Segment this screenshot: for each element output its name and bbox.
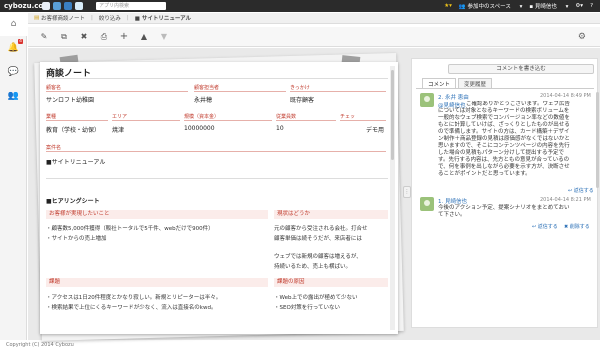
budget-value: 10000000 — [184, 125, 215, 132]
comment-text: ご確認ありがとうございます。ウェブ広告については対象となるキーワードの検索ボリュ… — [438, 101, 570, 177]
left-rail: ⌂ 🔔 4 💬 👥 — [0, 12, 27, 340]
notification-rail-item[interactable]: 🔔 4 — [0, 36, 27, 60]
cause-line: ・SEO対策を行っていない — [274, 305, 341, 311]
issue-header: 課題 — [46, 278, 268, 287]
comments-panel: コメントを書き込む コメント 変更履歴 2. 永井 恵由 2014-04-14 … — [411, 58, 599, 328]
want-line: ・サイトからの売上増加 — [46, 236, 107, 242]
breadcrumb-app[interactable]: お客様商談ノート — [41, 14, 85, 22]
issue-line: ・検索結果で上位にくるキーワードが少なく、流入は直接名のkwd。 — [46, 305, 217, 311]
comment-author[interactable]: 1. 見崎信也 — [438, 197, 467, 205]
record-scrollbar-thumb[interactable] — [391, 70, 394, 160]
comment-author[interactable]: 2. 永井 恵由 — [438, 93, 469, 101]
settings-icon[interactable]: ⚙▾ — [575, 3, 583, 9]
breadcrumb-filter[interactable]: 絞り込み — [99, 14, 121, 22]
print-icon[interactable]: ⎙ — [98, 32, 110, 42]
space-menu[interactable]: 👥 参加中のスペース ▾ — [459, 2, 522, 10]
customer-value: サンロフト幼稚園 — [46, 97, 95, 104]
staff-label: 従業員数 — [276, 113, 336, 121]
star-icon[interactable]: ★▾ — [444, 3, 452, 9]
now-line: 顧客単価は続そうだが、来店者には — [274, 236, 362, 242]
issue-line: ・アクセスは1日20件程度とかなり寂しい。新規とリピーターは半々。 — [46, 295, 222, 301]
gear-icon[interactable]: ⚙ — [578, 32, 586, 42]
mail-icon[interactable] — [64, 2, 72, 10]
budget-label: 規模（資本金） — [184, 113, 272, 121]
want-header: お客様が実現したいこと — [46, 210, 268, 219]
edit-icon[interactable]: ✎ — [38, 32, 50, 41]
arrow-down-icon[interactable]: ▼ — [158, 32, 170, 41]
people-icon: 👥 — [7, 91, 20, 101]
home-icon: ⌂ — [10, 19, 17, 29]
reply-link[interactable]: ↩ 返信する — [568, 187, 594, 194]
home-rail-item[interactable]: ⌂ — [0, 12, 27, 36]
arrow-up-icon[interactable]: ▲ — [138, 32, 150, 41]
add-icon[interactable]: + — [118, 31, 130, 42]
avatar — [420, 93, 434, 107]
comment-text: 今後のアクション予定、提案シナリオをまとめておいて下さい。 — [438, 205, 570, 218]
office-icon[interactable] — [75, 2, 83, 10]
reply-link[interactable]: ↩ 返信する — [532, 223, 558, 230]
app-icon[interactable] — [53, 2, 61, 10]
user-menu[interactable]: ▪ 見崎信也 ▾ — [529, 2, 568, 10]
top-bar-right: ★▾ 👥 参加中のスペース ▾ ▪ 見崎信也 ▾ ⚙▾ ? — [444, 2, 600, 10]
case-value: ■サイトリニューアル — [46, 159, 106, 166]
people-rail-item[interactable]: 👥 — [0, 84, 27, 108]
trigger-value: 既存顧客 — [290, 97, 315, 104]
post-comment-button[interactable]: コメントを書き込む — [448, 64, 594, 74]
now-line: ウェブでは新規の顧客は増えるが、 — [274, 254, 362, 260]
comments-scrollbar[interactable] — [596, 92, 599, 188]
now-line: 元の顧客から受注される会社。打合せ — [274, 226, 368, 232]
comment-date: 2014-04-14 8:49 PM — [540, 93, 591, 99]
cause-header: 課題の原因 — [274, 278, 388, 287]
portal-icon[interactable] — [42, 2, 50, 10]
copy-icon[interactable]: ⧉ — [58, 32, 70, 42]
check-label: チェッ — [340, 113, 386, 121]
notification-badge: 4 — [18, 39, 23, 44]
delete-link[interactable]: ✖ 削除する — [564, 223, 590, 230]
check-value: デモ用 — [366, 127, 385, 134]
owner-value: 永井穂 — [194, 97, 213, 104]
cybozu-logo[interactable]: cybozu.com — [4, 2, 51, 10]
avatar — [420, 197, 434, 211]
customer-label: 顧客名 — [46, 84, 188, 92]
help-icon[interactable]: ? — [590, 3, 593, 9]
now-header: 現状はどうか — [274, 210, 388, 219]
divider — [416, 88, 594, 89]
copyright: Copyright (C) 2014 Cybozu — [6, 342, 74, 348]
cause-line: ・Web上での露出が極めて少ない — [274, 295, 358, 301]
delete-icon[interactable]: ✖ — [78, 32, 90, 41]
app-search-input[interactable]: アプリ内検索 — [96, 2, 166, 10]
top-bar: cybozu.com アプリ内検索 ★▾ 👥 参加中のスペース ▾ ▪ 見崎信也… — [0, 0, 600, 12]
record-toolbar: ✎ ⧉ ✖ ⎙ + ▲ ▼ ⚙ — [28, 27, 600, 47]
breadcrumb-record: ■ サイトリニューアル — [134, 16, 192, 22]
now-line: 持続いるため、売上も横ばい。 — [274, 264, 352, 270]
divider — [46, 178, 388, 179]
area-label: エリア — [112, 113, 180, 121]
industry-label: 業種 — [46, 113, 108, 121]
want-line: ・顧客数5,000件獲得（販社トータルで5千件、webだけで900件） — [46, 226, 214, 232]
app-icon-small: ▤ — [34, 15, 40, 21]
breadcrumb-separator: | — [126, 15, 129, 21]
owner-label: 顧客担当者 — [194, 84, 286, 92]
panel-toggle-handle[interactable]: ⋮ — [403, 186, 411, 198]
record-sheet: 商談ノート 顧客名 サンロフト幼稚園 顧客担当者 永井穂 きっかけ 既存顧客 業… — [40, 62, 398, 334]
divider — [46, 78, 388, 79]
chat-icon: 💬 — [7, 67, 20, 77]
bell-icon: 🔔 — [7, 43, 20, 53]
staff-value: 10 — [276, 125, 284, 132]
breadcrumb-separator: | — [90, 15, 93, 21]
hearing-section-title: ■ヒアリングシート — [46, 198, 100, 205]
comment-date: 2014-04-14 8:21 PM — [540, 197, 591, 203]
industry-value: 教育（学校・幼保） — [46, 127, 101, 134]
case-label: 案件名 — [46, 144, 386, 152]
area-value: 焼津 — [112, 127, 125, 134]
breadcrumb: ▤ お客様商談ノート | 絞り込み | ■ サイトリニューアル — [28, 13, 600, 24]
trigger-label: きっかけ — [290, 84, 386, 92]
messages-rail-item[interactable]: 💬 — [0, 60, 27, 84]
